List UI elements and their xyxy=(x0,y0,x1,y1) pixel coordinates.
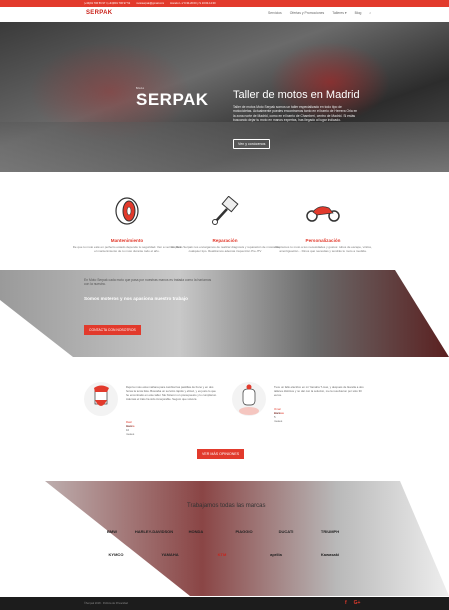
tire-icon xyxy=(72,196,182,226)
feature-title: Reparación xyxy=(212,238,238,243)
brand-logo: HONDA xyxy=(188,529,204,534)
testimonial-text: Tuve un fallo eléctrico en mi Yamaha T-m… xyxy=(274,385,364,397)
band-heading: Somos moteros y nos apasiona nuestro tra… xyxy=(84,296,188,301)
brand-logo: Kawasaki xyxy=(320,552,340,557)
hero-text: Taller de motos Moto Serpak somos un tal… xyxy=(233,105,358,123)
hero-background xyxy=(0,122,449,172)
brand-logo: TRIUMPH xyxy=(320,529,340,534)
footer: ©Serpak 2018 · Política de Privacidad f … xyxy=(0,597,449,610)
testimonial-time: Hace 5 meses xyxy=(274,411,283,423)
feature-repair: Reparación En Moto Serpak nos encargamos… xyxy=(170,196,280,253)
search-icon[interactable]: ⌕ xyxy=(369,11,371,15)
brands-section: Trabajamos todas las marcas BMW HARLEY-D… xyxy=(0,481,449,596)
copyright[interactable]: ©Serpak 2018 · Política de Privacidad xyxy=(84,602,128,605)
brand-logo: DUCATI xyxy=(278,529,294,534)
feature-title: Mantenimiento xyxy=(110,238,144,243)
top-bar: (+34)91 706 56 97 / (+34)691 706 97 52 m… xyxy=(0,0,449,7)
more-reviews-button[interactable]: VER MÁS OPINIONES xyxy=(197,449,245,459)
hero: Moto SERPAK Taller de motos en Madrid Tal… xyxy=(0,22,449,172)
band-background xyxy=(0,270,449,357)
phone[interactable]: (+34)91 706 56 97 / (+34)691 706 97 52 xyxy=(84,2,130,5)
brands-title: Trabajamos todas las marcas xyxy=(187,503,266,509)
motto-band: En Moto Serpak cada moto que pasa por nu… xyxy=(0,270,449,357)
testimonial-time: Hace 10 meses xyxy=(126,424,135,436)
nav-servicios[interactable]: Servicios xyxy=(268,11,282,15)
brand-logo: aprilia xyxy=(270,552,282,557)
email[interactable]: motoserpak@gmail.com xyxy=(136,2,164,5)
visit-button[interactable]: Ven y conócenos xyxy=(233,139,271,149)
hero-title: Taller de motos en Madrid xyxy=(233,89,360,101)
brand-logo: KTM xyxy=(217,552,227,557)
hero-logo: Moto SERPAK xyxy=(136,86,209,109)
logo[interactable]: SERPAK xyxy=(86,10,112,16)
nav-blog[interactable]: Blog xyxy=(355,11,362,15)
brand-logo: BMW xyxy=(107,529,117,534)
testimonial-text: Dejé la moto esta mañana para cambiar la… xyxy=(126,385,217,401)
social-links: f G+ xyxy=(345,600,360,606)
brands-background xyxy=(45,481,449,596)
feature-text: En Moto Serpak nos encargamos de realiza… xyxy=(171,245,279,254)
nav-ofertas[interactable]: Ofertas y Promociones xyxy=(290,11,324,15)
brand-logo: PIAGGIO xyxy=(235,529,253,534)
avatar xyxy=(84,382,118,416)
contact-button[interactable]: CONTACTA CON NOSOTROS xyxy=(84,325,141,335)
motorcycle-icon xyxy=(268,196,378,226)
hours: Horario L-V 9:30-20:00 y S 10:00-14:00 xyxy=(170,2,216,5)
brand-logo: KYMCO xyxy=(108,552,124,557)
facebook-icon[interactable]: f xyxy=(345,600,347,606)
feature-title: Personalización xyxy=(305,238,341,243)
main-nav: Servicios Ofertas y Promociones Talleres… xyxy=(268,11,371,15)
brand-logo: YAMAHA xyxy=(161,552,179,557)
brand-logo: HARLEY-DAVIDSON xyxy=(134,529,174,534)
feature-text: Adaptamos tu moto a tus necesidades y gu… xyxy=(274,245,372,254)
feature-text: De que tu moto esté en perfecto estado d… xyxy=(72,245,182,254)
piston-icon xyxy=(170,196,280,226)
feature-customization: Personalización Adaptamos tu moto a tus … xyxy=(268,196,378,253)
avatar xyxy=(232,382,266,416)
band-text: En Moto Serpak cada moto que pasa por nu… xyxy=(84,278,212,287)
nav-talleres[interactable]: Talleres ▾ xyxy=(332,11,346,15)
feature-maintenance: Mantenimiento De que tu moto esté en per… xyxy=(72,196,182,253)
header: SERPAK Servicios Ofertas y Promociones T… xyxy=(0,7,449,22)
google-plus-icon[interactable]: G+ xyxy=(354,600,361,606)
